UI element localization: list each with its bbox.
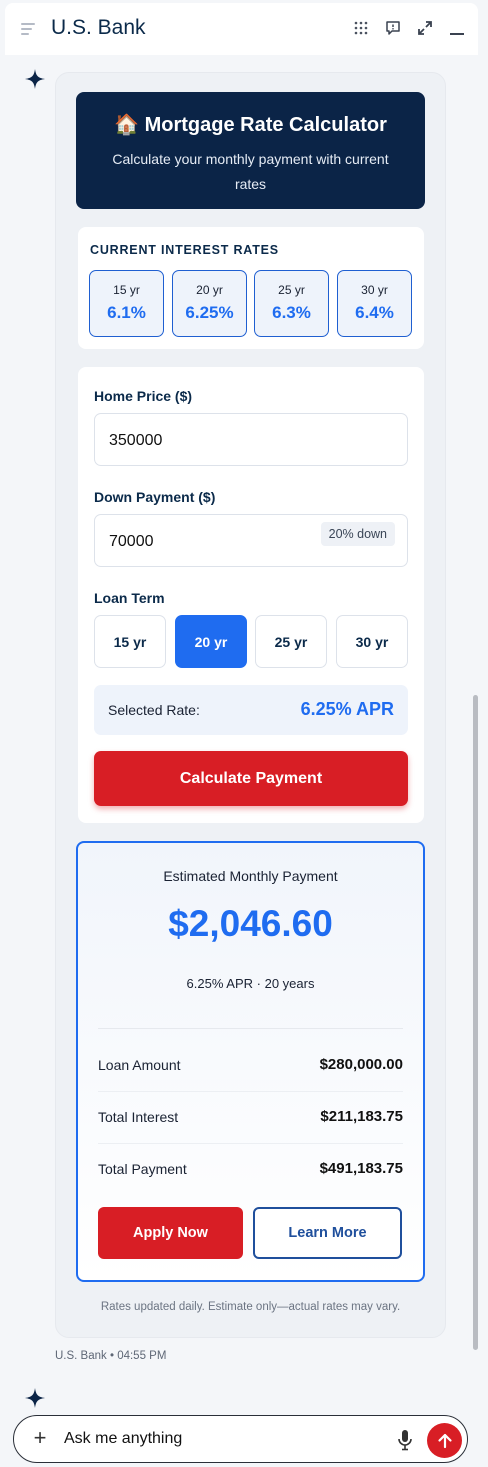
down-payment-label: Down Payment ($) xyxy=(94,489,216,505)
minimize-icon[interactable] xyxy=(448,19,466,37)
home-price-input[interactable]: 350000 xyxy=(94,413,408,466)
divider xyxy=(98,1028,403,1029)
scrollbar[interactable] xyxy=(473,695,478,1350)
rate-tile-30yr[interactable]: 30 yr 6.4% xyxy=(337,270,412,337)
send-button[interactable] xyxy=(427,1423,462,1458)
calculate-payment-button[interactable]: Calculate Payment xyxy=(94,751,408,806)
calculator-title: 🏠 Mortgage Rate Calculator xyxy=(114,114,387,136)
message-composer: + Ask me anything xyxy=(13,1415,468,1463)
arrow-up-icon xyxy=(437,1433,452,1448)
calculator-hero: 🏠 Mortgage Rate Calculator Calculate you… xyxy=(76,92,425,209)
result-row-total-interest: Total Interest $211,183.75 xyxy=(98,1092,403,1144)
loan-term-label: Loan Term xyxy=(94,590,165,606)
apply-now-button[interactable]: Apply Now xyxy=(98,1207,243,1259)
expand-icon[interactable] xyxy=(416,19,434,37)
current-rates-panel: CURRENT INTEREST RATES 15 yr 6.1% 20 yr … xyxy=(78,227,424,349)
chat-header: U.S. Bank xyxy=(5,3,478,55)
down-percent-badge: 20% down xyxy=(320,522,395,546)
result-label: Estimated Monthly Payment xyxy=(163,868,338,884)
calculator-form: Home Price ($) 350000 Down Payment ($) 7… xyxy=(78,367,424,823)
selected-rate-value: 6.25% APR xyxy=(300,699,394,719)
term-button-30yr[interactable]: 30 yr xyxy=(336,615,408,668)
rate-tile-25yr[interactable]: 25 yr 6.3% xyxy=(254,270,329,337)
rate-tile-20yr[interactable]: 20 yr 6.25% xyxy=(172,270,247,337)
rates-disclaimer: Rates updated daily. Estimate only—actua… xyxy=(100,1301,401,1313)
assistant-sparkle-icon xyxy=(25,1388,45,1408)
result-row-loan-amount: Loan Amount $280,000.00 xyxy=(98,1040,403,1092)
home-price-label: Home Price ($) xyxy=(94,388,193,404)
grid-icon[interactable] xyxy=(352,19,370,37)
learn-more-button[interactable]: Learn More xyxy=(253,1207,402,1259)
message-input[interactable]: Ask me anything xyxy=(64,1430,182,1448)
result-row-total-payment: Total Payment $491,183.75 xyxy=(98,1160,403,1177)
payment-result-panel: Estimated Monthly Payment $2,046.60 6.25… xyxy=(76,841,425,1282)
message-timestamp: U.S. Bank • 04:55 PM xyxy=(55,1350,167,1362)
term-button-20yr[interactable]: 20 yr xyxy=(175,615,247,668)
app-title: U.S. Bank xyxy=(51,16,146,39)
feedback-icon[interactable] xyxy=(384,19,402,37)
calculator-subtitle: Calculate your monthly payment with curr… xyxy=(112,151,389,192)
assistant-message-card: 🏠 Mortgage Rate Calculator Calculate you… xyxy=(55,72,446,1338)
rate-tile-15yr[interactable]: 15 yr 6.1% xyxy=(89,270,164,337)
term-button-15yr[interactable]: 15 yr xyxy=(94,615,166,668)
rates-heading: CURRENT INTEREST RATES xyxy=(90,243,279,257)
microphone-icon[interactable] xyxy=(397,1429,413,1451)
down-payment-input[interactable]: 70000 20% down xyxy=(94,514,408,567)
assistant-sparkle-icon xyxy=(25,69,45,89)
selected-rate-box: Selected Rate: 6.25% APR xyxy=(94,685,408,735)
menu-icon[interactable] xyxy=(21,23,35,35)
result-terms: 6.25% APR · 20 years xyxy=(186,976,315,991)
house-icon: 🏠 xyxy=(114,114,140,136)
plus-icon[interactable]: + xyxy=(30,1427,50,1449)
selected-rate-label: Selected Rate: xyxy=(108,702,200,718)
monthly-payment-amount: $2,046.60 xyxy=(168,903,333,944)
term-button-25yr[interactable]: 25 yr xyxy=(255,615,327,668)
